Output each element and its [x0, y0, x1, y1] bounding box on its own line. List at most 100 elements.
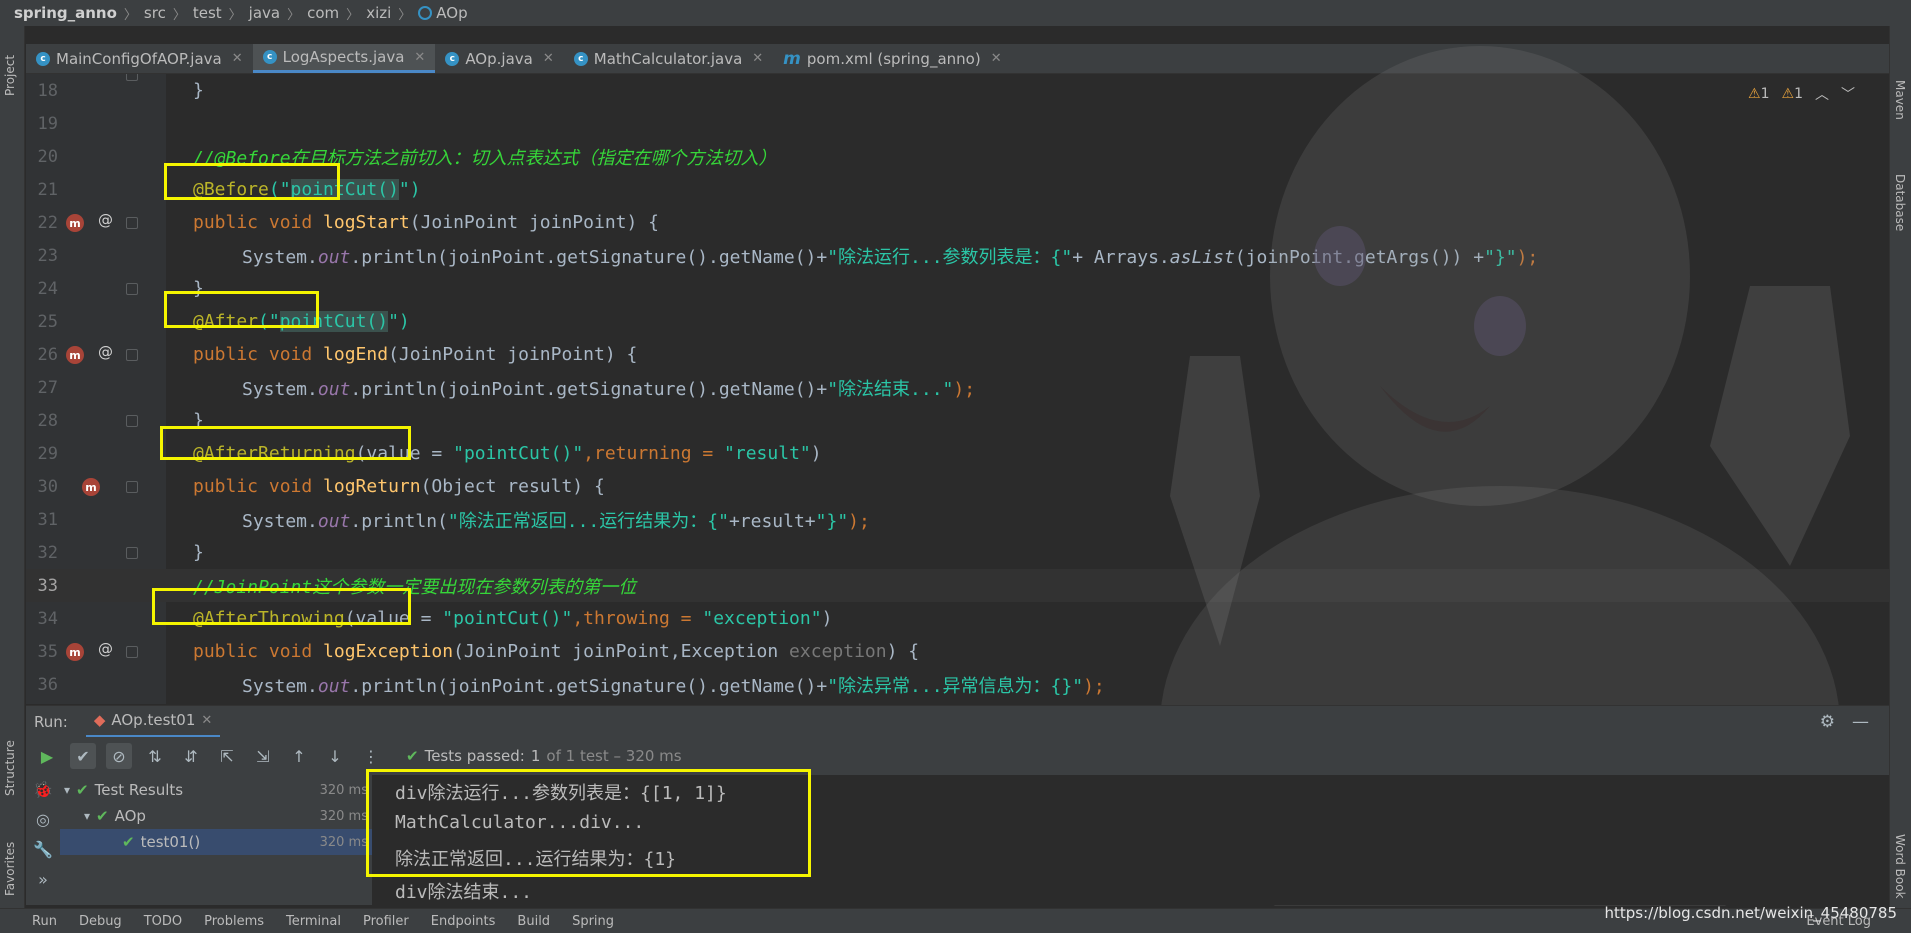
sort-duration-icon[interactable]: ⇵	[178, 743, 204, 769]
breadcrumb-project[interactable]: spring_anno	[14, 4, 117, 22]
breadcrumb-item[interactable]: com	[307, 4, 339, 22]
tool-todo[interactable]: TODO	[144, 914, 182, 929]
code-text: public void logStart(JoinPoint joinPoint…	[193, 212, 659, 233]
fold-marker[interactable]	[126, 481, 138, 493]
maven-tool-button[interactable]: Maven	[1893, 80, 1907, 120]
fold-marker[interactable]	[126, 74, 138, 81]
highlight-box	[164, 163, 340, 200]
advice-gutter-icon[interactable]: m	[66, 214, 84, 232]
gear-icon[interactable]: ⚙	[1820, 712, 1835, 732]
close-icon[interactable]: ✕	[414, 50, 425, 65]
minimize-icon[interactable]: —	[1852, 712, 1869, 732]
structure-tool-button[interactable]: Structure	[3, 740, 17, 796]
string-literal: "exception"	[702, 608, 822, 629]
code-part: ,throwing =	[572, 608, 703, 629]
run-toolbar: ▶ ✔ ⊘ ⇅ ⇵ ⇱ ⇲ ↑ ↓ ⋮ ✔ Tests passed: 1 of…	[26, 737, 1889, 775]
sort-alpha-icon[interactable]: ⇅	[142, 743, 168, 769]
rerun-icon[interactable]: ▶	[34, 743, 60, 769]
collapse-all-icon[interactable]: ⇲	[250, 743, 276, 769]
attach-icon[interactable]: ◎	[26, 805, 60, 835]
fold-marker[interactable]	[126, 547, 138, 559]
fold-marker[interactable]	[126, 283, 138, 295]
line-number: 28	[37, 410, 58, 431]
debug-icon[interactable]: 🐞	[26, 775, 60, 805]
tab-mainconfigofaop[interactable]: c MainConfigOfAOP.java ✕	[26, 44, 253, 73]
fold-marker[interactable]	[126, 349, 138, 361]
at-gutter-icon[interactable]: @	[98, 211, 113, 229]
breadcrumb-item[interactable]: AOp	[436, 4, 467, 22]
chevron-down-icon[interactable]: ▾	[84, 809, 90, 823]
fold-marker[interactable]	[126, 415, 138, 427]
tool-problems[interactable]: Problems	[204, 914, 264, 929]
tree-row-class[interactable]: ▾ ✔ AOp 320 ms	[60, 803, 372, 829]
code-part: System.	[242, 378, 318, 400]
breadcrumb-item[interactable]: test	[193, 4, 222, 22]
tab-logaspects[interactable]: c LogAspects.java ✕	[252, 44, 436, 73]
tab-label: AOp.java	[465, 49, 533, 68]
advice-gutter-icon[interactable]: m	[82, 478, 100, 496]
favorites-tool-button[interactable]: Favorites	[3, 842, 17, 896]
at-gutter-icon[interactable]: @	[98, 343, 113, 361]
next-test-icon[interactable]: ↓	[322, 743, 348, 769]
code-line: 35 public void logException(JoinPoint jo…	[26, 635, 1889, 668]
highlight-box	[366, 769, 811, 877]
tab-pom[interactable]: m pom.xml (spring_anno) ✕	[773, 44, 1011, 73]
tree-row-test[interactable]: ✔ test01() 320 ms	[60, 829, 372, 855]
code-part: (JoinPoint joinPoint) {	[409, 212, 659, 233]
tab-label: LogAspects.java	[282, 48, 405, 66]
tool-terminal[interactable]: Terminal	[286, 914, 341, 929]
close-icon[interactable]: ✕	[543, 51, 554, 66]
close-icon[interactable]: ✕	[232, 51, 243, 66]
advice-gutter-icon[interactable]: m	[66, 643, 84, 661]
code-text: System.out.println(joinPoint.getSignatur…	[242, 243, 1538, 269]
show-passed-icon[interactable]: ✔	[70, 743, 96, 769]
code-editor[interactable]: ⚠1 ⚠1 ︿ ﹀ 18} 19 20 //@Before在目标方法之前切入：切…	[26, 74, 1889, 704]
code-part: .println(joinPoint.getSignature().getNam…	[350, 675, 828, 697]
keyword: public void	[193, 476, 324, 497]
close-icon[interactable]: ✕	[991, 51, 1002, 66]
run-side-tools: 🐞 ◎ 🔧 »	[26, 775, 60, 905]
at-gutter-icon[interactable]: @	[98, 640, 113, 658]
console-output[interactable]: div除法运行...参数列表是：{[1, 1]} MathCalculator.…	[366, 769, 1889, 905]
code-part: (JoinPoint joinPoint,Exception	[453, 641, 790, 662]
method-name: logException	[323, 641, 454, 662]
tool-run[interactable]: Run	[32, 914, 57, 929]
show-ignored-icon[interactable]: ⊘	[106, 743, 132, 769]
close-icon[interactable]: ✕	[201, 713, 212, 728]
wordbook-tool-button[interactable]: Word Book	[1893, 834, 1907, 899]
fold-marker[interactable]	[126, 217, 138, 229]
status-prefix: Tests passed:	[424, 747, 525, 765]
breadcrumb-item[interactable]: java	[249, 4, 280, 22]
expand-all-icon[interactable]: ⇱	[214, 743, 240, 769]
tab-mathcalculator[interactable]: c MathCalculator.java ✕	[564, 44, 773, 73]
breadcrumb-item[interactable]: xizi	[366, 4, 391, 22]
tool-endpoints[interactable]: Endpoints	[431, 914, 496, 929]
chevron-right-icon: 〉	[398, 7, 412, 23]
chevron-down-icon[interactable]: ▾	[64, 783, 70, 797]
previous-test-icon[interactable]: ↑	[286, 743, 312, 769]
tool-build[interactable]: Build	[517, 914, 550, 929]
advice-gutter-icon[interactable]: m	[66, 346, 84, 364]
status-suffix: of 1 test – 320 ms	[546, 747, 682, 765]
code-part: .println(joinPoint.getSignature().getNam…	[350, 246, 828, 268]
keyword: public void	[193, 344, 324, 365]
tool-debug[interactable]: Debug	[79, 914, 122, 929]
tree-label: test01()	[140, 833, 201, 851]
code-line: 22 public void logStart(JoinPoint joinPo…	[26, 206, 1889, 239]
tool-profiler[interactable]: Profiler	[363, 914, 409, 929]
breadcrumb-item[interactable]: src	[144, 4, 166, 22]
tab-aop[interactable]: c AOp.java ✕	[435, 44, 563, 73]
maven-icon: m	[783, 48, 801, 69]
tree-row-results[interactable]: ▾ ✔ Test Results 320 ms	[60, 777, 372, 803]
code-line: 19	[26, 107, 1889, 140]
close-icon[interactable]: ✕	[752, 51, 763, 66]
fold-marker[interactable]	[126, 646, 138, 658]
tab-run-config[interactable]: ◆ AOp.test01 ✕	[85, 706, 221, 738]
wrench-icon[interactable]: 🔧	[26, 835, 60, 865]
tool-spring[interactable]: Spring	[572, 914, 614, 929]
code-line: 37 }	[26, 701, 1889, 704]
more-icon[interactable]: »	[26, 865, 60, 895]
project-tool-button[interactable]: Project	[3, 55, 17, 96]
more-icon[interactable]: ⋮	[358, 743, 384, 769]
database-tool-button[interactable]: Database	[1893, 174, 1907, 231]
